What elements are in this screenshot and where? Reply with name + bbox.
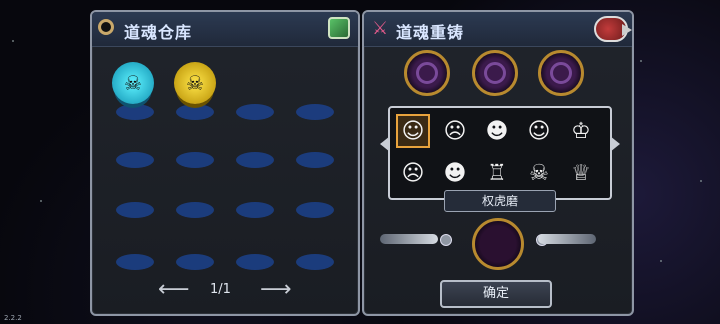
- soul-slot[interactable]: [296, 104, 334, 120]
- soul-warehouse-panel: 道魂仓库 ☠ ☠ ⟵ 1/1 ⟶: [90, 10, 360, 316]
- left-wing-ornament: [380, 234, 438, 244]
- hero-portrait[interactable]: ☺: [522, 114, 556, 148]
- hero-portrait[interactable]: ☹: [438, 114, 472, 148]
- soul-slot-grid: ☠ ☠: [112, 62, 342, 282]
- confirm-button[interactable]: 确定: [440, 280, 552, 308]
- right-wing-ornament: [538, 234, 596, 244]
- ring-icon: [98, 19, 114, 35]
- hero-portrait[interactable]: ♕: [564, 156, 598, 190]
- star: [12, 40, 14, 42]
- soul-slot[interactable]: [296, 254, 334, 270]
- hero-portrait[interactable]: ☻: [438, 156, 472, 190]
- soul-slot[interactable]: [296, 152, 334, 168]
- soul-slot[interactable]: [116, 152, 154, 168]
- soul-slot[interactable]: [236, 202, 274, 218]
- reforge-title: 道魂重铸: [396, 23, 465, 42]
- soul-slot[interactable]: [116, 104, 154, 120]
- gem-ornament: [440, 234, 452, 246]
- hero-portrait-selected[interactable]: ☺: [396, 114, 430, 148]
- soul-slot[interactable]: [176, 202, 214, 218]
- soul-slot[interactable]: [176, 254, 214, 270]
- warehouse-title: 道魂仓库: [124, 23, 193, 42]
- soul-slot[interactable]: [236, 254, 274, 270]
- star: [700, 180, 702, 182]
- back-button[interactable]: [594, 16, 632, 42]
- soul-orb-slot[interactable]: [404, 50, 450, 96]
- star: [640, 60, 642, 62]
- hero-portrait[interactable]: ♖: [480, 156, 514, 190]
- gold-skull-soul-icon[interactable]: ☠: [174, 62, 216, 104]
- reforge-title-bar: ⚔ 道魂重铸: [364, 12, 632, 47]
- next-page-arrow-icon[interactable]: ⟶: [260, 279, 292, 301]
- soul-reforge-panel: ⚔ 道魂重铸 ☺ ☹ ☻ ☺ ♔ ☹ ☻ ♖ ☠ ♕ 权虎磨 确定: [362, 10, 634, 316]
- soul-orb-slot[interactable]: [472, 50, 518, 96]
- hero-portrait[interactable]: ☠: [522, 156, 556, 190]
- star: [660, 260, 662, 262]
- star: [40, 200, 42, 202]
- hero-portrait[interactable]: ☻: [480, 114, 514, 148]
- soul-orb-slot[interactable]: [538, 50, 584, 96]
- soul-slot[interactable]: [176, 152, 214, 168]
- pager: ⟵ 1/1 ⟶: [92, 278, 358, 302]
- sword-icon: ⚔: [372, 18, 389, 39]
- soul-slot[interactable]: [296, 202, 334, 218]
- next-hero-arrow-icon[interactable]: [610, 136, 620, 152]
- hero-portrait[interactable]: ☹: [396, 156, 430, 190]
- soul-slot[interactable]: [176, 104, 214, 120]
- soul-orb-row: [402, 50, 602, 102]
- version-label: 2.2.2: [4, 314, 22, 322]
- warehouse-title-bar: 道魂仓库: [92, 12, 358, 47]
- soul-slot[interactable]: [236, 104, 274, 120]
- soul-slot[interactable]: [236, 152, 274, 168]
- reforge-target-orb[interactable]: [472, 218, 524, 270]
- hero-portrait[interactable]: ♔: [564, 114, 598, 148]
- soul-slot[interactable]: [116, 254, 154, 270]
- page-number: 1/1: [210, 282, 231, 297]
- prev-page-arrow-icon[interactable]: ⟵: [158, 279, 190, 301]
- selected-hero-name: 权虎磨: [444, 190, 556, 212]
- soul-slot[interactable]: [116, 202, 154, 218]
- cyan-skull-soul-icon[interactable]: ☠: [112, 62, 154, 104]
- hero-selection-grid: ☺ ☹ ☻ ☺ ♔ ☹ ☻ ♖ ☠ ♕: [388, 106, 612, 200]
- green-cube-icon[interactable]: [328, 17, 350, 39]
